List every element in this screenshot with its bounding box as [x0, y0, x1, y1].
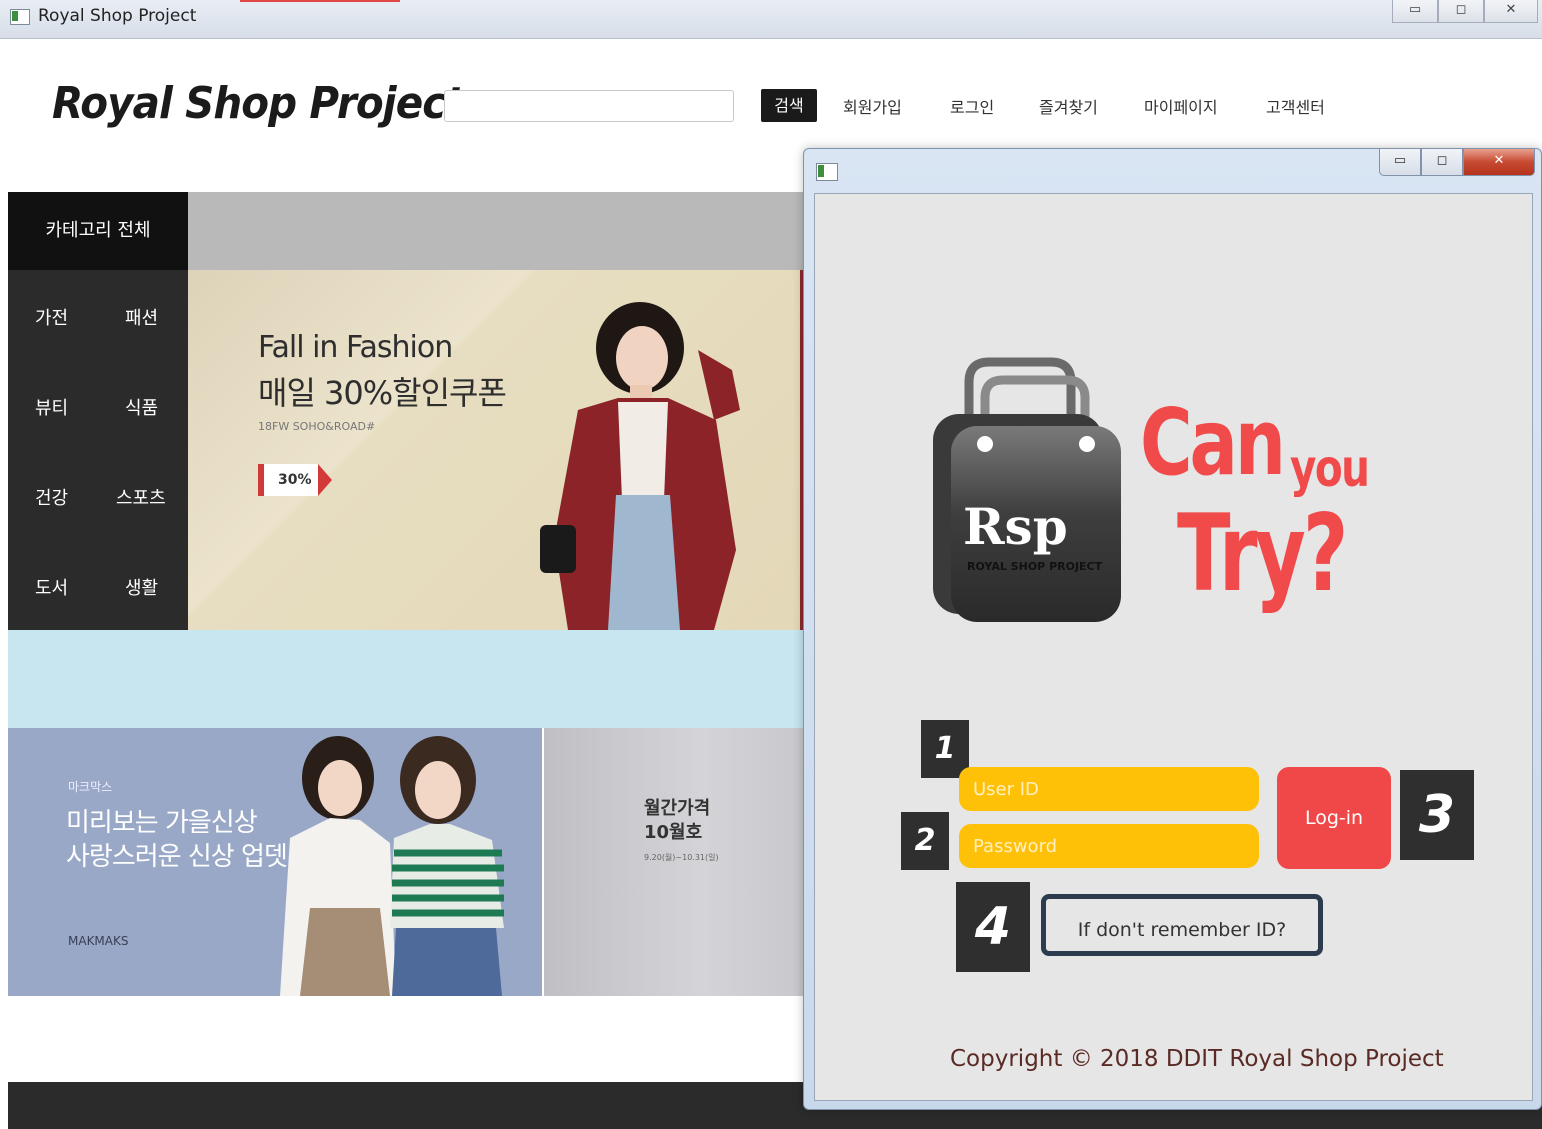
titlebar-accent-line [240, 0, 400, 2]
banner-caption: 18FW SOHO&ROAD# [258, 420, 376, 433]
forgot-id-button[interactable]: If don't remember ID? [1041, 894, 1323, 956]
category-menu: 가전 패션 뷰티 식품 건강 스포츠 도서 생활 [8, 270, 188, 630]
slogan-you: you [1290, 439, 1370, 499]
slogan-can-you: Can you [1140, 389, 1370, 499]
window-controls: ▭ ◻ ✕ [1392, 0, 1538, 23]
nav-signup[interactable]: 회원가입 [843, 94, 902, 118]
bag-logo-text: Rsp [963, 497, 1068, 556]
makmaks-banner[interactable]: 마크막스 미리보는 가을신상 사랑스러운 신상 업뎃! MAKMAKS [8, 728, 542, 996]
marker-4: 4 [956, 882, 1030, 972]
banner3-issue: 10월호 [644, 822, 703, 843]
category-books[interactable]: 도서 [35, 574, 68, 600]
fashion-banner[interactable]: Fall in Fashion 매일 30%할인쿠폰 18FW SOHO&ROA… [188, 270, 800, 630]
category-food[interactable]: 식품 [125, 394, 158, 420]
monthly-price-banner[interactable]: 월간가격 10월호 9.20(월)~10.31(일) [544, 728, 808, 996]
models-image [280, 736, 504, 996]
login-panel: Rsp ROYAL SHOP PROJECT Can you Try? 1 2 … [814, 193, 1533, 1101]
search-button[interactable]: 검색 [761, 89, 817, 122]
window-title: Royal Shop Project [38, 6, 197, 26]
bag-logo-subtext: ROYAL SHOP PROJECT [967, 560, 1103, 573]
banner3-title: 월간가격 [644, 798, 711, 819]
nav-customer-center[interactable]: 고객센터 [1266, 94, 1325, 118]
dialog-minimize-icon[interactable]: ▭ [1379, 149, 1421, 176]
user-id-input[interactable] [959, 767, 1259, 811]
search-input[interactable] [444, 90, 734, 122]
password-input[interactable] [959, 824, 1259, 868]
login-dialog: ▭ ◻ ✕ Rsp ROYAL SHOP PROJECT Can you Try… [803, 148, 1542, 1110]
category-electronics[interactable]: 가전 [35, 304, 68, 330]
category-all[interactable]: 카테고리 전체 [8, 192, 188, 270]
category-beauty[interactable]: 뷰티 [35, 394, 68, 420]
banner-top-strip [188, 192, 808, 270]
app-icon [10, 9, 30, 25]
banner2-footer: MAKMAKS [68, 934, 129, 948]
banner2-line2: 사랑스러운 신상 업뎃! [66, 842, 297, 872]
close-icon[interactable]: ✕ [1484, 0, 1538, 23]
category-health[interactable]: 건강 [35, 484, 68, 510]
dialog-window-controls: ▭ ◻ ✕ [1379, 149, 1535, 176]
category-living[interactable]: 생활 [125, 574, 158, 600]
banner2-line1: 미리보는 가을신상 [66, 808, 258, 838]
slogan-can: Can [1140, 389, 1286, 496]
dialog-app-icon [816, 163, 838, 181]
maximize-icon[interactable]: ◻ [1438, 0, 1484, 23]
banner2-brand: 마크막스 [68, 780, 113, 794]
main-titlebar: Royal Shop Project ▭ ◻ ✕ [0, 0, 1542, 39]
marker-2: 2 [901, 812, 949, 870]
banner-subtitle: 매일 30%할인쿠폰 [258, 374, 507, 412]
slogan-try: Try? [1177, 492, 1348, 615]
dialog-close-icon[interactable]: ✕ [1463, 149, 1535, 176]
discount-badge: 30% [258, 464, 332, 496]
nav-mypage[interactable]: 마이페이지 [1144, 94, 1218, 118]
shopping-bag-logo: Rsp ROYAL SHOP PROJECT [933, 357, 1121, 622]
copyright-text: Copyright © 2018 DDIT Royal Shop Project [950, 1046, 1444, 1072]
nav-favorites[interactable]: 즐겨찾기 [1039, 94, 1098, 118]
minimize-icon[interactable]: ▭ [1392, 0, 1438, 23]
category-sports[interactable]: 스포츠 [116, 484, 166, 510]
nav-login[interactable]: 로그인 [950, 94, 994, 118]
model-image [540, 302, 740, 630]
site-logo[interactable]: Royal Shop Project [52, 78, 465, 129]
banner-title: Fall in Fashion [258, 330, 453, 365]
marker-3: 3 [1400, 770, 1474, 860]
promo-strip [8, 630, 808, 728]
banner3-date: 9.20(월)~10.31(일) [644, 853, 719, 862]
category-fashion[interactable]: 패션 [125, 304, 158, 330]
login-button[interactable]: Log-in [1277, 767, 1391, 869]
dialog-maximize-icon[interactable]: ◻ [1421, 149, 1463, 176]
